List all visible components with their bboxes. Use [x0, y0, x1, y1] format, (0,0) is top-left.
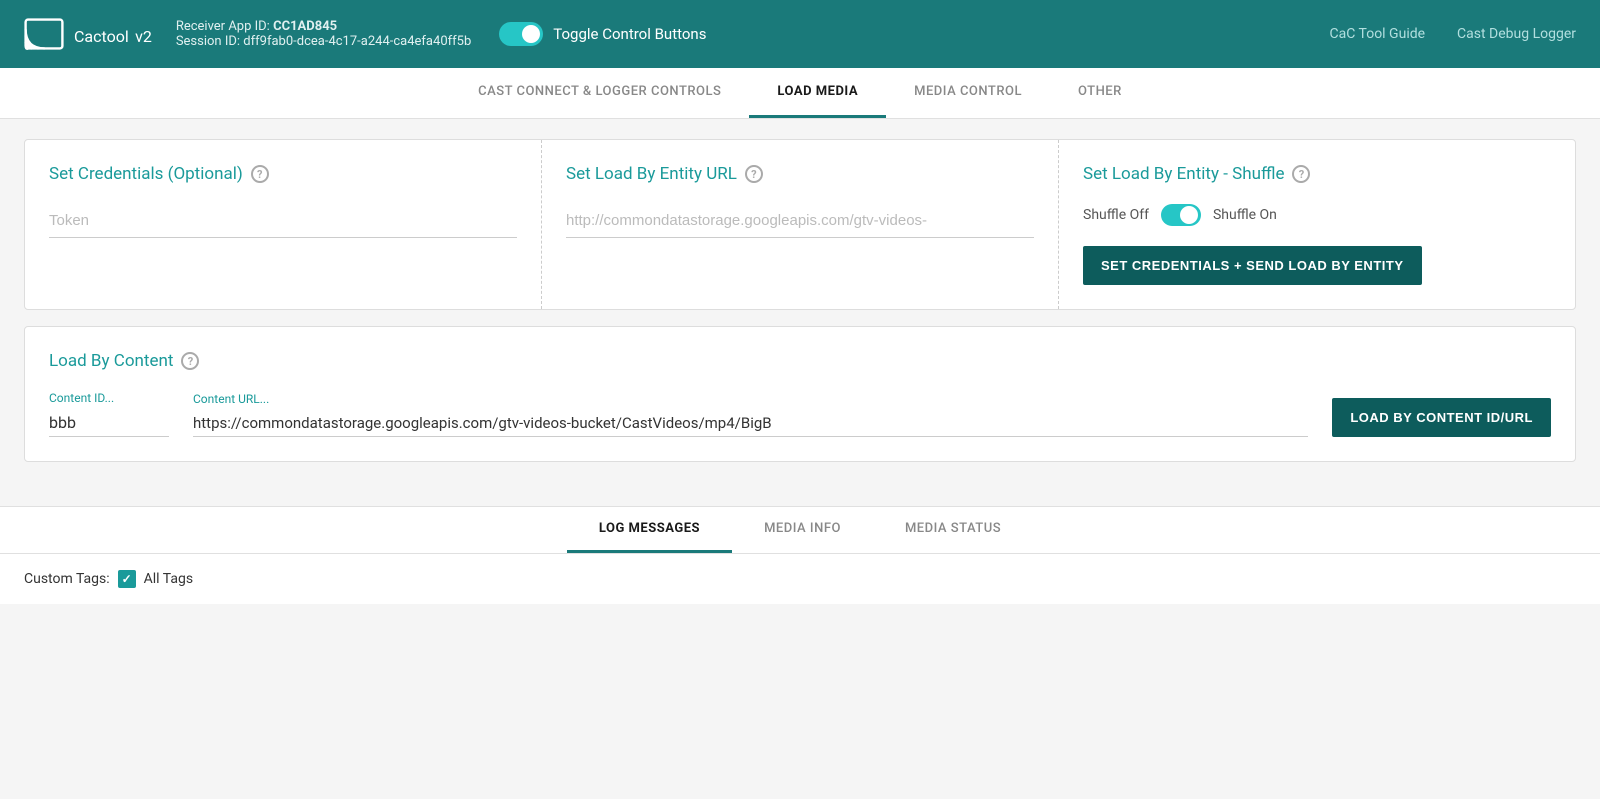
tab-load-media[interactable]: LOAD MEDIA — [749, 68, 886, 118]
tab-media-status[interactable]: MEDIA STATUS — [873, 507, 1033, 553]
session-info: Receiver App ID: CC1AD845 Session ID: df… — [176, 19, 471, 49]
entity-shuffle-card: Set Load By Entity - Shuffle ? Shuffle O… — [1059, 140, 1575, 309]
shuffle-row: Shuffle Off Shuffle On — [1083, 204, 1551, 226]
cast-logo-icon — [24, 18, 64, 50]
content-url-group: Content URL... https://commondatastorage… — [193, 392, 1308, 437]
toggle-control-buttons-area: Toggle Control Buttons — [499, 22, 706, 46]
credentials-card: Set Credentials (Optional) ? — [25, 140, 542, 309]
content-fields-row: Content ID... bbb Content URL... https:/… — [49, 391, 1551, 437]
top-cards-row: Set Credentials (Optional) ? Set Load By… — [24, 139, 1576, 310]
token-input[interactable] — [49, 204, 517, 238]
shuffle-off-label: Shuffle Off — [1083, 207, 1149, 223]
header-nav: CaC Tool Guide Cast Debug Logger — [1330, 26, 1577, 42]
load-by-content-card: Load By Content ? Content ID... bbb Cont… — [24, 326, 1576, 462]
tab-media-info[interactable]: MEDIA INFO — [732, 507, 873, 553]
toggle-label: Toggle Control Buttons — [553, 25, 706, 43]
bottom-nav-tabs: LOG MESSAGES MEDIA INFO MEDIA STATUS — [0, 507, 1600, 554]
load-by-content-title: Load By Content ? — [49, 351, 1551, 371]
credentials-card-title: Set Credentials (Optional) ? — [49, 164, 517, 184]
content-url-value[interactable]: https://commondatastorage.googleapis.com… — [193, 410, 1308, 437]
entity-url-card-title: Set Load By Entity URL ? — [566, 164, 1034, 184]
all-tags-label: All Tags — [144, 571, 193, 587]
custom-tags-label: Custom Tags: — [24, 571, 110, 587]
entity-url-input[interactable] — [566, 204, 1034, 238]
main-nav-tabs: CAST CONNECT & LOGGER CONTROLS LOAD MEDI… — [0, 68, 1600, 119]
tab-log-messages[interactable]: LOG MESSAGES — [567, 507, 732, 553]
logo-text: Cactool v2 — [74, 19, 152, 49]
receiver-app-id: Receiver App ID: CC1AD845 — [176, 19, 471, 34]
entity-url-card: Set Load By Entity URL ? — [542, 140, 1059, 309]
shuffle-toggle[interactable] — [1161, 204, 1201, 226]
shuffle-on-label: Shuffle On — [1213, 207, 1277, 223]
toggle-control-switch[interactable] — [499, 22, 543, 46]
bottom-section: LOG MESSAGES MEDIA INFO MEDIA STATUS Cus… — [0, 506, 1600, 604]
bottom-content-area: Custom Tags: All Tags — [0, 554, 1600, 604]
content-url-label: Content URL... — [193, 392, 1308, 406]
entity-url-help-icon[interactable]: ? — [745, 165, 763, 183]
custom-tags-row: Custom Tags: All Tags — [24, 570, 1576, 588]
load-by-content-button[interactable]: LOAD BY CONTENT ID/URL — [1332, 398, 1551, 437]
all-tags-checkbox[interactable] — [118, 570, 136, 588]
content-id-label: Content ID... — [49, 391, 169, 405]
nav-guide-link[interactable]: CaC Tool Guide — [1330, 26, 1426, 42]
content-id-group: Content ID... bbb — [49, 391, 169, 437]
tab-other[interactable]: OTHER — [1050, 68, 1150, 118]
main-content: Set Credentials (Optional) ? Set Load By… — [0, 119, 1600, 498]
entity-shuffle-help-icon[interactable]: ? — [1292, 165, 1310, 183]
content-id-value[interactable]: bbb — [49, 409, 169, 437]
load-content-help-icon[interactable]: ? — [181, 352, 199, 370]
set-credentials-send-load-button[interactable]: SET CREDENTIALS + SEND LOAD BY ENTITY — [1083, 246, 1422, 285]
credentials-help-icon[interactable]: ? — [251, 165, 269, 183]
app-header: Cactool v2 Receiver App ID: CC1AD845 Ses… — [0, 0, 1600, 68]
logo: Cactool v2 — [24, 18, 152, 50]
entity-shuffle-card-title: Set Load By Entity - Shuffle ? — [1083, 164, 1551, 184]
tab-media-control[interactable]: MEDIA CONTROL — [886, 68, 1050, 118]
tab-cast-connect[interactable]: CAST CONNECT & LOGGER CONTROLS — [450, 68, 749, 118]
session-id: Session ID: dff9fab0-dcea-4c17-a244-ca4e… — [176, 34, 471, 49]
nav-debug-link[interactable]: Cast Debug Logger — [1457, 26, 1576, 42]
